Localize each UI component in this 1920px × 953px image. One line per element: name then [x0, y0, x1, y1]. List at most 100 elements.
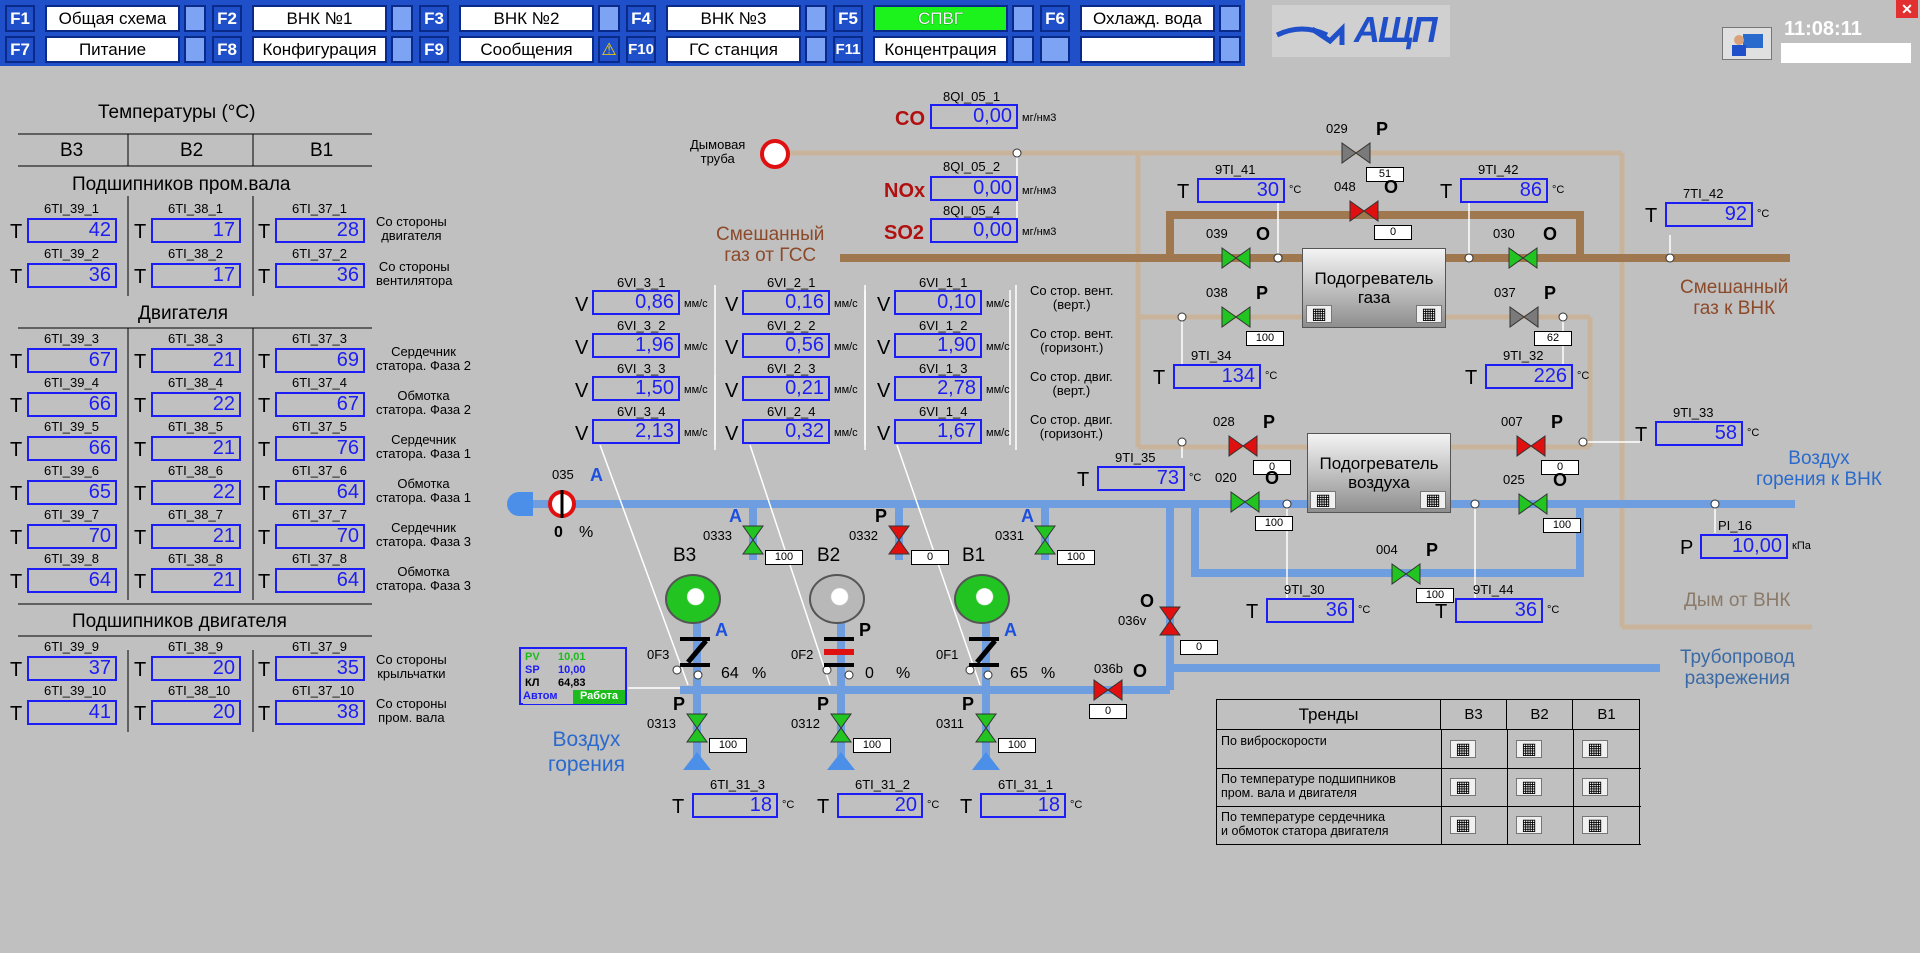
temp-value[interactable]: 69 — [275, 348, 365, 373]
fan-В2-icon[interactable] — [809, 574, 865, 624]
air-heater-trend-icon[interactable]: ▦ — [1420, 491, 1446, 509]
sensor-value[interactable]: 18 — [980, 793, 1066, 818]
valve-036b-icon[interactable] — [1091, 673, 1125, 707]
nav-spvg[interactable]: СПВГ — [873, 5, 1008, 32]
gas-heater-trend-icon[interactable]: ▦ — [1416, 305, 1442, 323]
close-icon[interactable]: ✕ — [1896, 0, 1918, 18]
trend-1-icon[interactable]: ▦ — [1516, 816, 1542, 834]
vibration-value[interactable]: 1,90 — [894, 333, 982, 358]
fkey-f8[interactable]: F8 — [212, 36, 242, 63]
fkey-f5[interactable]: F5 — [833, 5, 863, 32]
vibration-value[interactable]: 2,78 — [894, 376, 982, 401]
temp-value[interactable]: 22 — [151, 392, 241, 417]
fan-В3-icon[interactable] — [665, 574, 721, 624]
sensor-value[interactable]: 36 — [1266, 598, 1354, 623]
valve-030-icon[interactable] — [1506, 241, 1540, 275]
temp-value[interactable]: 35 — [275, 656, 365, 681]
temp-value[interactable]: 22 — [151, 480, 241, 505]
nav-config[interactable]: Конфигурация — [252, 36, 387, 63]
fkey-f11[interactable]: F11 — [833, 36, 863, 63]
warning-icon[interactable]: ⚠ — [598, 36, 620, 63]
valve-039-icon[interactable] — [1219, 241, 1253, 275]
valve-037-icon[interactable] — [1507, 300, 1541, 334]
valve-038-icon[interactable] — [1219, 300, 1253, 334]
temp-value[interactable]: 66 — [27, 392, 117, 417]
valve-029-icon[interactable] — [1339, 136, 1373, 170]
nav-cooling-water[interactable]: Охлажд. вода — [1080, 5, 1215, 32]
nav-vnk1[interactable]: ВНК №1 — [252, 5, 387, 32]
temp-value[interactable]: 36 — [275, 263, 365, 288]
temp-value[interactable]: 17 — [151, 263, 241, 288]
trend-0-icon[interactable]: ▦ — [1450, 816, 1476, 834]
temp-value[interactable]: 20 — [151, 700, 241, 725]
operator-icon[interactable] — [1722, 27, 1772, 60]
trend-2-icon[interactable]: ▦ — [1582, 816, 1608, 834]
valve-025-icon[interactable] — [1516, 487, 1550, 521]
valve-007-icon[interactable] — [1514, 429, 1548, 463]
vibration-value[interactable]: 1,50 — [592, 376, 680, 401]
nav-power[interactable]: Питание — [45, 36, 180, 63]
trend-0-icon[interactable]: ▦ — [1450, 778, 1476, 796]
nav-empty[interactable] — [1080, 36, 1215, 63]
temp-value[interactable]: 21 — [151, 568, 241, 593]
sensor-value[interactable]: 134 — [1173, 364, 1261, 389]
pid-controller[interactable]: PV 10,01 SP 10,00 КЛ 64,83 Автом Работа — [519, 647, 627, 705]
temp-value[interactable]: 76 — [275, 436, 365, 461]
temp-value[interactable]: 17 — [151, 218, 241, 243]
temp-value[interactable]: 64 — [275, 568, 365, 593]
temp-value[interactable]: 36 — [27, 263, 117, 288]
trend-0-icon[interactable]: ▦ — [1450, 740, 1476, 758]
sensor-value[interactable]: 10,00 — [1700, 534, 1788, 559]
sensor-value[interactable]: 226 — [1485, 364, 1573, 389]
vibration-value[interactable]: 0,10 — [894, 290, 982, 315]
nav-gs-station[interactable]: ГС станция — [666, 36, 801, 63]
fkey-f2[interactable]: F2 — [212, 5, 242, 32]
temp-value[interactable]: 20 — [151, 656, 241, 681]
valve-028-icon[interactable] — [1226, 429, 1260, 463]
valve-004-icon[interactable] — [1389, 557, 1423, 591]
damper-0F2-icon[interactable] — [824, 637, 858, 667]
temp-value[interactable]: 64 — [275, 480, 365, 505]
temp-value[interactable]: 38 — [275, 700, 365, 725]
temp-value[interactable]: 64 — [27, 568, 117, 593]
sensor-value[interactable]: 73 — [1097, 466, 1185, 491]
sensor-value[interactable]: 92 — [1665, 202, 1753, 227]
temp-value[interactable]: 41 — [27, 700, 117, 725]
fkey-f4[interactable]: F4 — [626, 5, 656, 32]
fan-В1-icon[interactable] — [954, 574, 1010, 624]
temp-value[interactable]: 21 — [151, 436, 241, 461]
damper-0F3-icon[interactable] — [680, 637, 714, 667]
vibration-value[interactable]: 1,96 — [592, 333, 680, 358]
damper-0F1-icon[interactable] — [969, 637, 1003, 667]
temp-value[interactable]: 67 — [275, 392, 365, 417]
valve-036v-icon[interactable] — [1153, 604, 1187, 638]
trend-2-icon[interactable]: ▦ — [1582, 740, 1608, 758]
trend-1-icon[interactable]: ▦ — [1516, 778, 1542, 796]
nav-concentration[interactable]: Концентрация — [873, 36, 1008, 63]
temp-value[interactable]: 21 — [151, 524, 241, 549]
sensor-value[interactable]: 36 — [1455, 598, 1543, 623]
sensor-value[interactable]: 20 — [837, 793, 923, 818]
trend-1-icon[interactable]: ▦ — [1516, 740, 1542, 758]
vibration-value[interactable]: 0,56 — [742, 333, 830, 358]
vibration-value[interactable]: 0,86 — [592, 290, 680, 315]
valve-035-icon[interactable] — [545, 487, 579, 521]
temp-value[interactable]: 42 — [27, 218, 117, 243]
fkey-f10[interactable]: F10 — [626, 36, 656, 63]
temp-value[interactable]: 28 — [275, 218, 365, 243]
vibration-value[interactable]: 0,32 — [742, 419, 830, 444]
fkey-f7[interactable]: F7 — [5, 36, 35, 63]
fkey-f6[interactable]: F6 — [1040, 5, 1070, 32]
sensor-value[interactable]: 58 — [1655, 421, 1743, 446]
temp-value[interactable]: 37 — [27, 656, 117, 681]
gas-heater-trend-icon[interactable]: ▦ — [1306, 305, 1332, 323]
vibration-value[interactable]: 2,13 — [592, 419, 680, 444]
vibration-value[interactable]: 1,67 — [894, 419, 982, 444]
nav-messages[interactable]: Сообщения — [459, 36, 594, 63]
trend-2-icon[interactable]: ▦ — [1582, 778, 1608, 796]
temp-value[interactable]: 21 — [151, 348, 241, 373]
fkey-f1[interactable]: F1 — [5, 5, 35, 32]
fkey-f3[interactable]: F3 — [419, 5, 449, 32]
air-heater-trend-icon[interactable]: ▦ — [1310, 491, 1336, 509]
temp-value[interactable]: 67 — [27, 348, 117, 373]
